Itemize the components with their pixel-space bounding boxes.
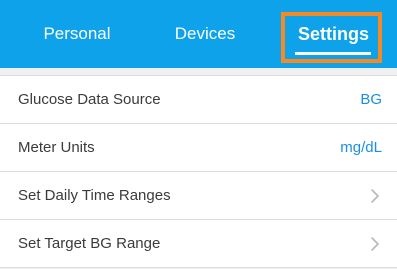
chevron-right-icon [371, 236, 379, 251]
tab-bar: Personal Devices Settings [0, 0, 397, 68]
tab-settings[interactable]: Settings [285, 0, 382, 68]
setting-row-meter-units[interactable]: Meter Units mg/dL [0, 124, 397, 172]
settings-list: Glucose Data Source BG Meter Units mg/dL… [0, 75, 397, 268]
tab-devices[interactable]: Devices [150, 0, 260, 68]
setting-row-daily-time-ranges[interactable]: Set Daily Time Ranges [0, 172, 397, 220]
setting-label: Meter Units [18, 139, 95, 156]
active-tab-indicator [295, 52, 371, 55]
setting-row-glucose-data-source[interactable]: Glucose Data Source BG [0, 76, 397, 124]
settings-screen: Personal Devices Settings Glucose Data S… [0, 0, 397, 269]
tab-personal[interactable]: Personal [22, 0, 132, 68]
setting-value: BG [360, 91, 382, 108]
setting-value: mg/dL [340, 139, 382, 156]
setting-label: Set Daily Time Ranges [18, 187, 171, 204]
setting-label: Glucose Data Source [18, 91, 161, 108]
setting-label: Set Target BG Range [18, 235, 161, 252]
setting-row-target-bg-range[interactable]: Set Target BG Range [0, 220, 397, 268]
chevron-right-icon [371, 188, 379, 203]
